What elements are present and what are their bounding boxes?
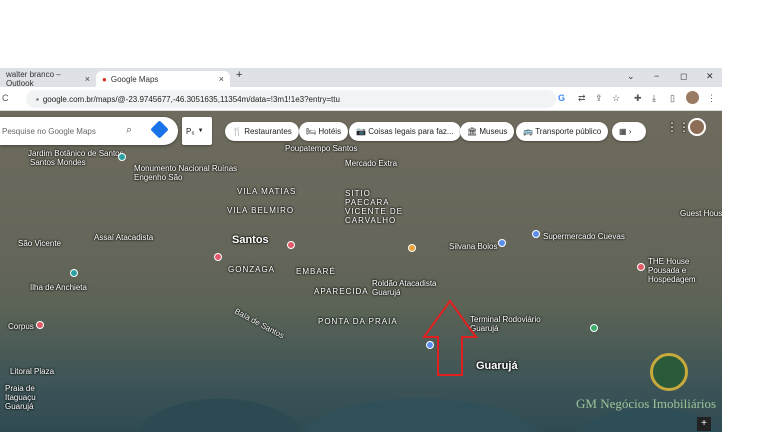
bookmark-star-icon[interactable]: ☆ bbox=[612, 93, 620, 104]
chip-label: Transporte público bbox=[535, 127, 602, 136]
sidepanel-icon[interactable]: ▯ bbox=[670, 93, 675, 104]
reload-icon[interactable]: C bbox=[2, 93, 9, 103]
map-label[interactable]: GONZAGA bbox=[228, 265, 275, 274]
search-input[interactable]: Pesquise no Google Maps bbox=[2, 127, 96, 136]
map-label[interactable]: VILA MATIAS bbox=[237, 187, 296, 196]
watermark-text: GM Negócios Imobiliários bbox=[576, 396, 717, 411]
camera-icon: 📷 bbox=[356, 127, 369, 136]
chip-hotels[interactable]: 🛏 Hotéis bbox=[299, 122, 349, 141]
close-icon[interactable]: × bbox=[85, 74, 90, 84]
map-pin[interactable] bbox=[214, 253, 222, 261]
map-label[interactable]: Praia de Itaguaçu Guarujá bbox=[5, 384, 65, 411]
chip-label: Museus bbox=[479, 127, 508, 136]
address-bar-row: C ▪ google.com.br/maps/@-23.9745677,-46.… bbox=[0, 87, 722, 111]
map-label[interactable]: VILA BELMIRO bbox=[227, 206, 294, 215]
new-tab-button[interactable]: + bbox=[236, 69, 242, 81]
share-icon[interactable]: ⇪ bbox=[595, 93, 603, 104]
map-pin[interactable] bbox=[36, 321, 44, 329]
map-label[interactable]: Silvana Bolos bbox=[449, 242, 497, 251]
tab-outlook[interactable]: walter branco – Outlook × bbox=[0, 70, 96, 88]
red-arrow-annotation bbox=[422, 299, 478, 376]
company-logo bbox=[650, 353, 688, 391]
map-label[interactable]: THE House Pousada e Hospedagem bbox=[648, 257, 722, 284]
maximize-icon[interactable]: ◻ bbox=[680, 71, 687, 82]
map-label[interactable]: PONTA DA PRAIA bbox=[318, 317, 398, 326]
map-pin[interactable] bbox=[498, 239, 506, 247]
url-text: google.com.br/maps/@-23.9745677,-46.3051… bbox=[42, 94, 340, 104]
map-label[interactable]: Santos bbox=[232, 234, 269, 246]
chip-label: Restaurantes bbox=[244, 127, 292, 136]
map-label[interactable]: Guarujá bbox=[476, 360, 518, 372]
map-label[interactable]: Mercado Extra bbox=[345, 159, 397, 168]
map-pin[interactable] bbox=[118, 153, 126, 161]
hotel-icon: 🛏 bbox=[306, 127, 319, 136]
translate-icon[interactable]: ⇄ bbox=[578, 93, 586, 104]
tab-bar: walter branco – Outlook × ● Google Maps … bbox=[0, 68, 722, 88]
minimize-icon[interactable]: − bbox=[654, 71, 659, 81]
chip-label: Coisas legais para faz... bbox=[368, 127, 454, 136]
account-avatar[interactable] bbox=[688, 118, 706, 136]
zoom-in-button[interactable]: + bbox=[697, 417, 711, 431]
browser-chrome: walter branco – Outlook × ● Google Maps … bbox=[0, 68, 722, 111]
search-box[interactable]: Pesquise no Google Maps ⌕ bbox=[0, 117, 178, 145]
map-label[interactable]: Santos Mondes bbox=[30, 158, 86, 167]
google-icon[interactable]: G bbox=[558, 93, 565, 103]
map-label[interactable]: Assaí Atacadista bbox=[94, 233, 153, 242]
close-icon[interactable]: × bbox=[219, 74, 224, 84]
tab-label: walter branco – Outlook bbox=[6, 70, 61, 88]
chevron-right-icon: ▦ › bbox=[619, 127, 632, 136]
chip-transit[interactable]: 🚌 Transporte público bbox=[516, 122, 609, 141]
map-label[interactable]: Monumento Nacional Ruínas Engenho São bbox=[134, 164, 244, 182]
url-field[interactable]: ▪ google.com.br/maps/@-23.9745677,-46.30… bbox=[26, 90, 556, 108]
apps-grid-icon[interactable]: ⋮⋮ bbox=[666, 120, 690, 134]
blank-area bbox=[0, 0, 768, 68]
maps-pin-icon: ● bbox=[102, 74, 107, 84]
satellite-map[interactable]: Pesquise no Google Maps ⌕ P₆ ▼ 🍴 Restaur… bbox=[0, 111, 722, 432]
filter-button[interactable]: P₆ ▼ bbox=[182, 117, 212, 145]
map-pin[interactable] bbox=[287, 241, 295, 249]
chip-things-to-do[interactable]: 📷 Coisas legais para faz... bbox=[349, 122, 461, 141]
menu-dots-icon[interactable]: ⋮ bbox=[707, 93, 716, 104]
restaurant-icon: 🍴 bbox=[232, 127, 245, 136]
close-window-icon[interactable]: ✕ bbox=[706, 71, 714, 82]
chevron-down-icon: ▼ bbox=[197, 128, 204, 134]
map-label[interactable]: APARECIDA bbox=[314, 287, 369, 296]
chip-label: Hotéis bbox=[318, 127, 342, 136]
map-label[interactable]: Roldão Atacadista Guarujá bbox=[372, 279, 442, 297]
tab-google-maps[interactable]: ● Google Maps × bbox=[96, 71, 230, 87]
chip-museums[interactable]: 🏛 Museus bbox=[460, 122, 515, 141]
map-label[interactable]: Poupatempo Santos bbox=[285, 144, 358, 153]
tab-search-icon[interactable]: ⌄ bbox=[627, 71, 635, 82]
map-label[interactable]: Corpus bbox=[8, 322, 34, 331]
map-pin[interactable] bbox=[408, 244, 416, 252]
map-label[interactable]: Guest House bbox=[680, 209, 722, 218]
map-label: Ilha de Anchieta bbox=[30, 283, 87, 292]
map-label[interactable]: SITIO PAECARA VICENTE DE CARVALHO bbox=[345, 189, 415, 225]
directions-icon[interactable] bbox=[150, 120, 169, 139]
map-label[interactable]: Litoral Plaza bbox=[10, 367, 54, 376]
profile-avatar[interactable] bbox=[686, 91, 699, 104]
chip-restaurants[interactable]: 🍴 Restaurantes bbox=[225, 122, 299, 141]
map-pin[interactable] bbox=[70, 269, 78, 277]
map-label[interactable]: EMBARÉ bbox=[296, 267, 336, 276]
map-pin[interactable] bbox=[532, 230, 540, 238]
bus-icon: 🚌 bbox=[523, 127, 536, 136]
map-label[interactable]: São Vicente bbox=[18, 239, 61, 248]
download-icon[interactable]: ⤓ bbox=[652, 93, 656, 104]
map-label: Baía de Santos bbox=[233, 306, 286, 341]
map-pin[interactable] bbox=[637, 263, 645, 271]
map-pin[interactable] bbox=[590, 324, 598, 332]
museum-icon: 🏛 bbox=[467, 127, 480, 136]
lock-icon: ▪ bbox=[36, 94, 39, 104]
map-label[interactable]: Supermercado Cuevas bbox=[543, 232, 625, 241]
map-label[interactable]: Terminal Rodoviário Guarujá bbox=[470, 315, 550, 333]
chips-next-button[interactable]: ▦ › bbox=[612, 122, 646, 141]
filter-label: P₆ bbox=[186, 126, 195, 136]
map-label[interactable]: Jardim Botânico de Santos bbox=[28, 149, 124, 158]
search-icon[interactable]: ⌕ bbox=[126, 124, 132, 137]
extensions-icon[interactable]: ✚ bbox=[634, 93, 642, 104]
tab-label: Google Maps bbox=[110, 74, 159, 84]
